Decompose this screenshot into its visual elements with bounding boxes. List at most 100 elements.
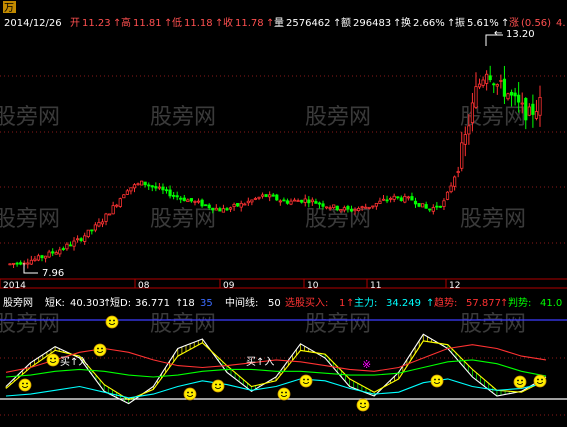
smiley-icon (277, 387, 291, 401)
amount-label: 额 (341, 16, 351, 29)
month-label: 09 (223, 281, 235, 291)
smiley-icon (211, 379, 225, 393)
candle-body (268, 194, 272, 198)
stock-name: 万 科A (4, 1, 34, 14)
candle-body (221, 208, 226, 213)
candle-body (275, 194, 279, 201)
candle-body (314, 201, 318, 204)
candle-body (321, 203, 325, 207)
candle-body (449, 185, 453, 193)
candle-body (214, 207, 218, 211)
amount-value: 296483 (353, 18, 391, 29)
candle-body (236, 203, 240, 207)
short-k-value: 40.303 (70, 298, 105, 309)
candle-body (524, 98, 528, 121)
candle-body (431, 207, 435, 212)
candle-body (125, 190, 129, 195)
candle-body (111, 205, 115, 215)
low-value: 11.18 (184, 18, 213, 29)
value-18: 18 (182, 298, 195, 309)
candle-body (218, 208, 222, 212)
amplitude-label: 振 (455, 16, 465, 29)
candle-body (100, 221, 105, 225)
month-label: 2014 (3, 281, 26, 291)
candle-body (328, 207, 332, 210)
main-value: 34.249 (386, 298, 421, 309)
low-marker-value: 7.96 (42, 268, 64, 279)
candle-body (534, 111, 539, 119)
candle-body (292, 199, 297, 202)
judge-value: 41.0 (540, 298, 562, 309)
volume-label: 量 (274, 17, 284, 29)
smiley-icon (299, 374, 313, 388)
candle-body (381, 198, 386, 201)
quote-date: 2014/12/26 (4, 18, 62, 29)
candle-body (33, 258, 37, 261)
candle-body (389, 197, 393, 200)
candle-body (445, 191, 450, 200)
candle-body (378, 200, 382, 204)
candle-body (196, 200, 201, 203)
candle-body (417, 203, 421, 207)
turnover-value: 2.66% (413, 18, 445, 29)
watermark: 股旁网 (305, 207, 371, 232)
candle-body (19, 262, 23, 265)
candle-body (118, 198, 122, 207)
candle-body (61, 248, 65, 250)
candle-body (154, 186, 158, 189)
smiley-icon (46, 353, 60, 367)
candle-body (93, 224, 97, 231)
candle-body (193, 200, 197, 203)
candle-body (392, 195, 396, 200)
candle-body (456, 171, 460, 174)
high-marker-value: 13.20 (506, 29, 535, 40)
candle-body (531, 103, 535, 115)
candle-body (477, 83, 482, 88)
smiley-icon (533, 374, 547, 388)
watermark: 股旁网 (150, 312, 216, 337)
watermark: 股旁网 (460, 207, 526, 232)
candle-body (68, 244, 73, 247)
candle-body (346, 206, 350, 210)
month-label: 10 (307, 281, 319, 291)
candle-body (492, 83, 496, 86)
candle-body (463, 134, 467, 145)
close-label: 收 (223, 16, 233, 29)
candle-body (282, 199, 286, 202)
candle-body (122, 194, 126, 199)
candle-body (300, 199, 304, 203)
open-label: 开 (70, 18, 80, 29)
candle-body (264, 194, 268, 197)
candle-body (207, 204, 211, 209)
candle-body (495, 84, 499, 87)
candle-body (243, 203, 247, 206)
candle-body (107, 213, 112, 216)
candle-body (324, 206, 329, 209)
volume-value: 2576462 (286, 18, 331, 29)
candle-body (278, 200, 282, 203)
candle-body (157, 186, 161, 189)
candle-body (143, 181, 147, 186)
candle-body (86, 229, 90, 237)
candle-body (474, 86, 478, 108)
candle-body (317, 202, 322, 205)
candle-body (115, 204, 119, 207)
stock-chart-canvas: 股旁网 股旁网 股旁网 股旁网 股旁网 股旁网 股旁网 股旁网 股旁网 股旁网 … (0, 0, 567, 427)
watermark: 股旁网 (150, 207, 216, 232)
candle-body (285, 200, 290, 204)
trend-label: 趋势: (434, 296, 457, 309)
candle-body (58, 249, 62, 255)
candle-body (29, 259, 33, 265)
candle-body (232, 203, 236, 207)
candle-body (150, 185, 154, 188)
candle-body (396, 196, 400, 199)
candle-body (481, 79, 485, 86)
month-label: 12 (449, 281, 460, 291)
candle-body (364, 206, 368, 209)
month-label: 11 (370, 281, 381, 291)
watermark: 股旁网 (305, 105, 371, 130)
candle-body (164, 189, 169, 192)
watermark: 股旁网 (0, 105, 60, 130)
candle-body (182, 197, 186, 202)
candle-body (26, 262, 30, 265)
